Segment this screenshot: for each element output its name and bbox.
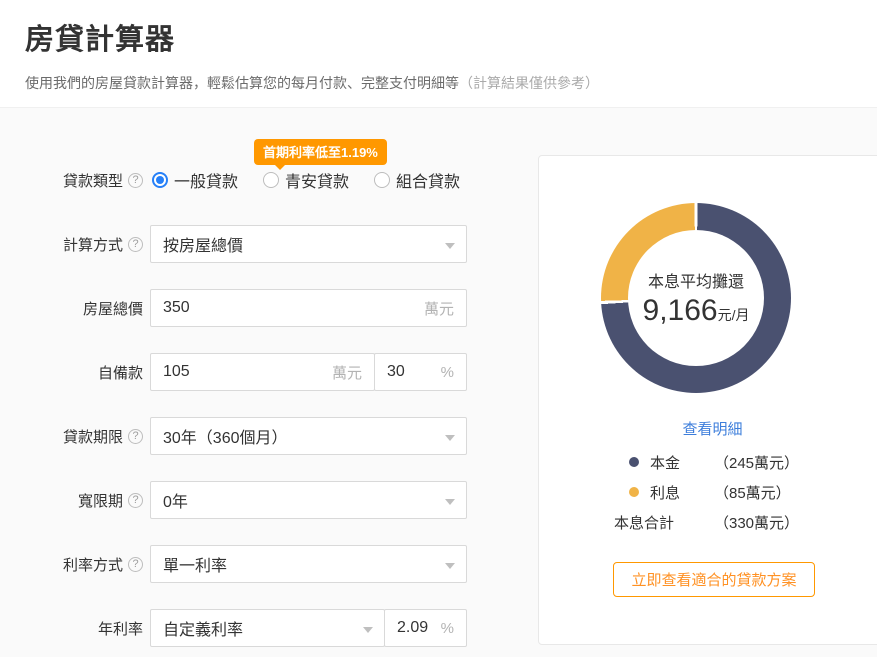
radio-combo-loan[interactable]: 組合貸款 [374,168,460,192]
view-loan-plans-button[interactable]: 立即查看適合的貸款方案 [613,562,815,597]
monthly-payment-value: 9,166 [643,294,718,327]
donut-center: 本息平均攤還 9,166元/月 [628,230,764,366]
legend-name: 本金 [650,452,714,473]
legend-row-total: 本息合計 （330萬元） [614,507,854,537]
chevron-down-icon [363,627,373,633]
house-price-box: 萬元 [150,289,467,327]
page-subtitle: 使用我們的房屋貸款計算器，輕鬆估算您的每月付款、完整支付明細等（計算結果僅供參考… [25,73,599,93]
help-icon[interactable]: ? [128,237,143,252]
chevron-down-icon [445,243,455,249]
house-price-label: 房屋總價 [0,298,143,319]
rate-type-select[interactable]: 單一利率 [150,545,467,583]
grace-period-value: 0年 [163,488,188,512]
house-price-unit: 萬元 [418,298,454,319]
loan-term-value: 30年（360個月） [163,424,288,448]
rate-type-label: 利率方式 ? [0,554,143,575]
radio-icon [152,172,168,188]
annual-rate-row: 年利率 自定義利率 % [0,609,467,647]
legend-value: （245萬元） [714,452,799,473]
subtitle-text: 使用我們的房屋貸款計算器，輕鬆估算您的每月付款、完整支付明細等 [25,75,459,91]
rate-type-label-text: 利率方式 [63,554,123,575]
calc-method-select[interactable]: 按房屋總價 [150,225,467,263]
legend-row-interest: 利息 （85萬元） [614,477,854,507]
chart-legend: 本金 （245萬元） 利息 （85萬元） 本息合計 （330萬元） [614,447,854,537]
rate-type-value: 單一利率 [163,552,227,576]
radio-icon [263,172,279,188]
down-payment-label: 自備款 [0,362,143,383]
rate-type-row: 利率方式 ? 單一利率 [0,545,467,583]
help-icon[interactable]: ? [128,493,143,508]
down-payment-percent-unit: % [435,364,454,381]
donut-center-label: 本息平均攤還 [648,268,744,292]
loan-type-label-text: 貸款類型 [63,170,123,191]
house-price-input[interactable] [163,299,418,317]
calc-method-label-text: 計算方式 [63,234,123,255]
annual-rate-input[interactable] [397,619,435,637]
annual-rate-select[interactable]: 自定義利率 [150,609,385,647]
legend-row-principal: 本金 （245萬元） [614,447,854,477]
chevron-down-icon [445,499,455,505]
annual-rate-unit: % [435,620,454,637]
chevron-down-icon [445,435,455,441]
radio-label: 一般貸款 [174,168,238,192]
donut-chart-wrap: 本息平均攤還 9,166元/月 [601,203,791,393]
loan-type-row: 貸款類型 ? 一般貸款 青安貸款 組合貸款 [0,168,460,192]
house-price-row: 房屋總價 萬元 [0,289,467,327]
monthly-payment-unit: 元/月 [718,307,750,323]
down-payment-amount-box: 萬元 [150,353,375,391]
calc-method-value: 按房屋總價 [163,232,243,256]
radio-label: 青安貸款 [285,168,349,192]
grace-period-row: 寬限期 ? 0年 [0,481,467,519]
page-title: 房貸計算器 [25,16,175,58]
loan-term-select[interactable]: 30年（360個月） [150,417,467,455]
help-icon[interactable]: ? [128,173,143,188]
annual-rate-value: 自定義利率 [163,616,243,640]
loan-term-row: 貸款期限 ? 30年（360個月） [0,417,467,455]
annual-rate-label-text: 年利率 [98,618,143,639]
loan-term-label: 貸款期限 ? [0,426,143,447]
down-payment-percent-box: % [374,353,467,391]
down-payment-input[interactable] [163,363,326,381]
down-payment-unit: 萬元 [326,362,362,383]
view-details-link[interactable]: 查看明細 [539,418,877,439]
loan-type-label: 貸款類型 ? [0,170,143,191]
down-payment-row: 自備款 萬元 % [0,353,467,391]
promo-badge: 首期利率低至1.19% [254,139,387,165]
subtitle-note: （計算結果僅供參考） [459,75,599,91]
annual-rate-percent-box: % [384,609,467,647]
mortgage-calculator-page: 房貸計算器 使用我們的房屋貸款計算器，輕鬆估算您的每月付款、完整支付明細等（計算… [0,0,877,657]
calc-method-label: 計算方式 ? [0,234,143,255]
legend-value: （330萬元） [714,512,799,533]
house-price-label-text: 房屋總價 [83,298,143,319]
grace-period-select[interactable]: 0年 [150,481,467,519]
loan-type-radio-group: 一般貸款 青安貸款 組合貸款 [152,168,460,192]
calc-method-row: 計算方式 ? 按房屋總價 [0,225,467,263]
annual-rate-label: 年利率 [0,618,143,639]
down-payment-percent-input[interactable] [387,363,435,381]
radio-general-loan[interactable]: 一般貸款 [152,168,238,192]
legend-name: 利息 [650,482,714,503]
help-icon[interactable]: ? [128,557,143,572]
loan-term-label-text: 貸款期限 [63,426,123,447]
help-icon[interactable]: ? [128,429,143,444]
down-payment-label-text: 自備款 [98,362,143,383]
interest-dot-icon [629,487,639,497]
chevron-down-icon [445,563,455,569]
legend-name: 本息合計 [614,512,714,533]
monthly-payment: 9,166元/月 [643,294,750,328]
radio-label: 組合貸款 [396,168,460,192]
principal-dot-icon [629,457,639,467]
grace-period-label-text: 寬限期 [78,490,123,511]
legend-value: （85萬元） [714,482,791,503]
radio-icon [374,172,390,188]
grace-period-label: 寬限期 ? [0,490,143,511]
radio-youth-loan[interactable]: 青安貸款 [263,168,349,192]
result-card: 本息平均攤還 9,166元/月 查看明細 本金 （245萬元） 利息 （85萬元… [538,155,877,645]
